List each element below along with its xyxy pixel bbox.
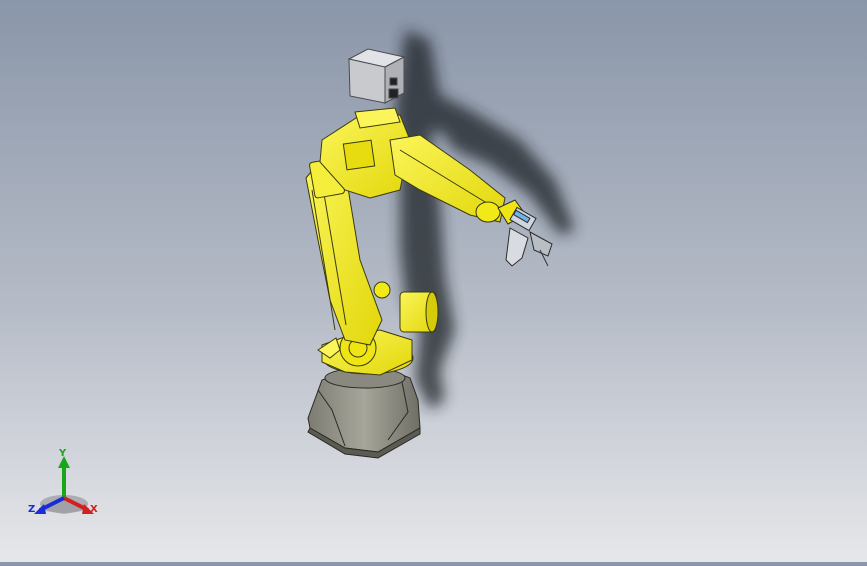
graphics-viewport[interactable]: Y X Z <box>0 0 867 562</box>
coordinate-triad: Y X Z <box>26 448 106 522</box>
base-pedestal[interactable] <box>307 367 421 459</box>
controller-box[interactable] <box>347 48 406 104</box>
y-axis-label: Y <box>59 448 67 459</box>
cad-model-render[interactable] <box>0 0 867 562</box>
z-axis-label: Z <box>28 504 36 515</box>
x-axis-label: X <box>90 504 98 515</box>
